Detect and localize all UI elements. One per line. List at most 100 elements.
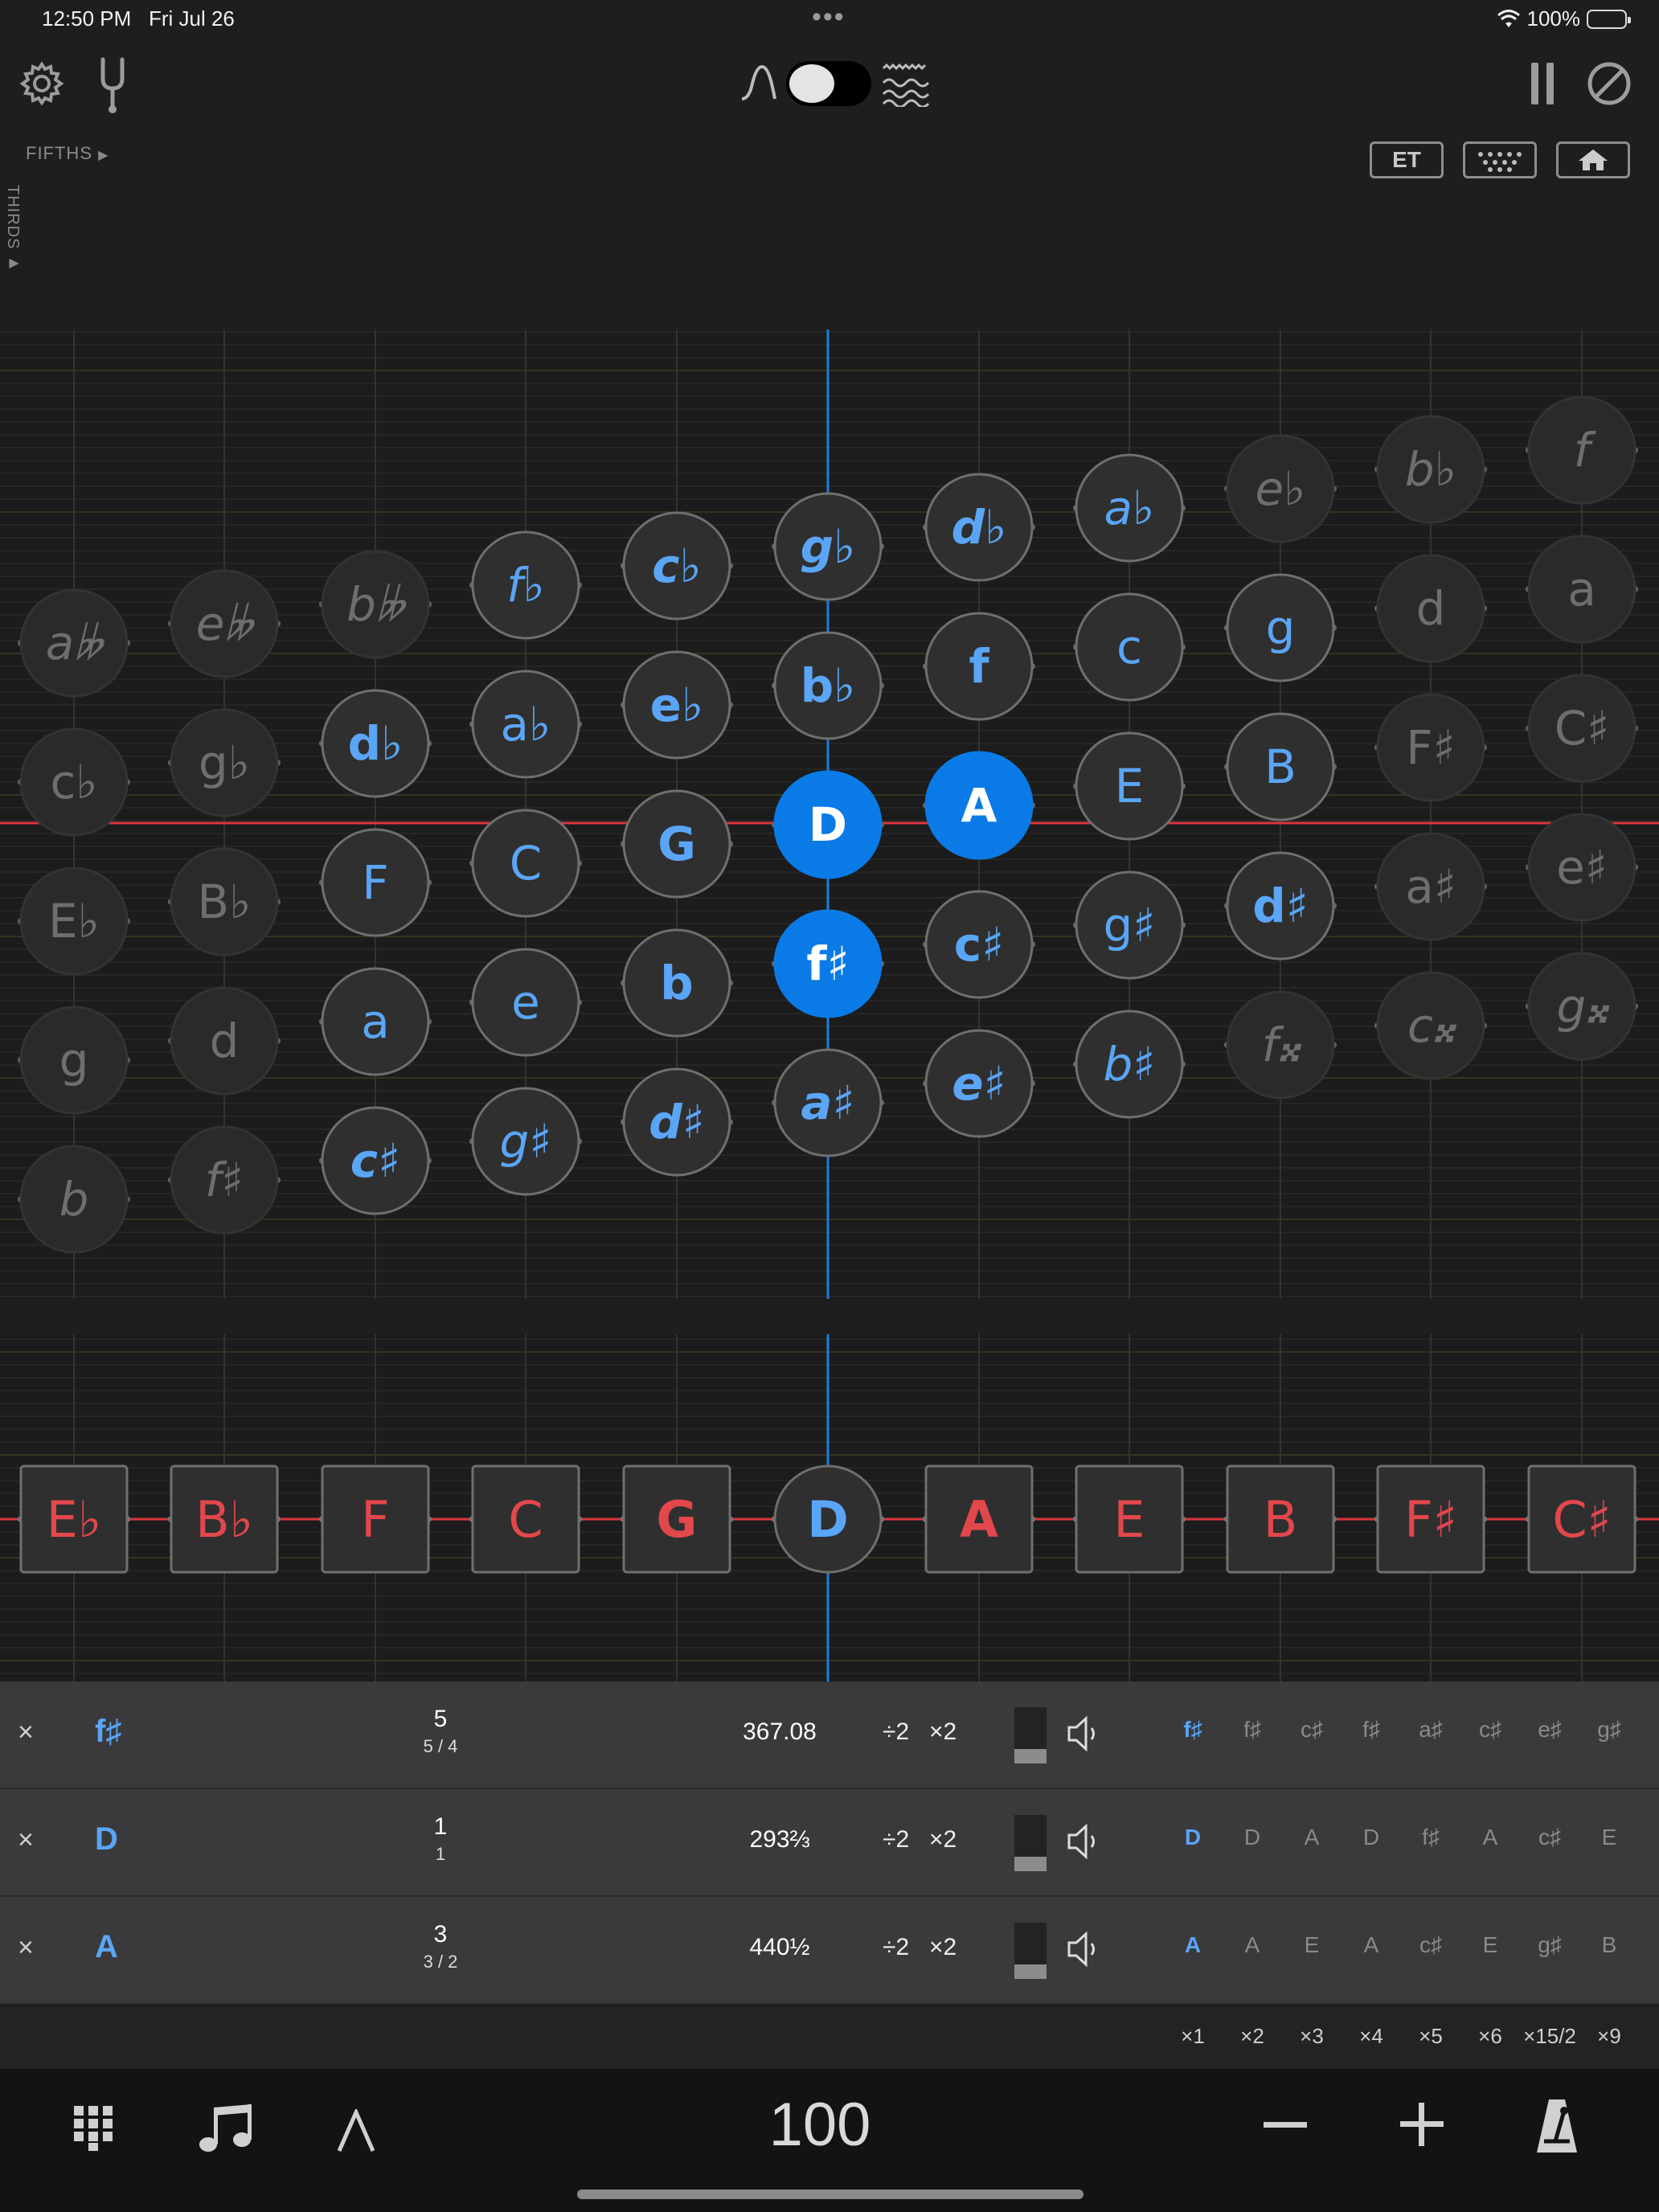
lattice-note[interactable]: g (19, 1006, 129, 1115)
lattice-note[interactable]: c♭ (622, 511, 731, 621)
lattice-note[interactable]: f (924, 612, 1034, 721)
lattice-note[interactable]: d♯ (1226, 851, 1335, 961)
speaker-icon[interactable] (1066, 1929, 1103, 1969)
harmonic-note[interactable]: g♯ (1521, 1932, 1579, 1958)
harmonic-note[interactable]: g♯ (1580, 1717, 1638, 1743)
harmonic-note[interactable]: A (1461, 1825, 1519, 1850)
lattice-note[interactable]: g♯ (1075, 870, 1184, 980)
lattice-note[interactable]: f𝄪 (1226, 990, 1335, 1100)
lattice-note[interactable]: d♯ (622, 1067, 731, 1177)
lattice-note[interactable]: c♭ (19, 727, 129, 837)
harmonic-note[interactable]: D (1342, 1825, 1400, 1850)
lattice-note[interactable]: a𝄫 (19, 588, 129, 698)
harmonic-note[interactable]: f♯ (1342, 1717, 1400, 1743)
lattice-note[interactable]: F♯ (1376, 693, 1485, 802)
lattice-note[interactable]: e (471, 948, 580, 1057)
multiply-octave-button[interactable]: ×2 (929, 1934, 956, 1961)
tempo-value[interactable]: 100 (723, 2090, 916, 2160)
lattice-note[interactable]: f (1527, 395, 1636, 505)
harmonic-note[interactable]: f♯ (1223, 1717, 1281, 1743)
harmonic-note[interactable]: D (1164, 1825, 1222, 1850)
keyboard-grid-icon[interactable] (1463, 141, 1537, 178)
lattice-note[interactable]: a♯ (1376, 832, 1485, 941)
multiply-octave-button[interactable]: ×2 (929, 1718, 956, 1746)
lattice-note[interactable]: b♯ (1075, 1010, 1184, 1119)
strip-note[interactable]: E (1075, 1464, 1184, 1574)
lattice-note[interactable]: c♯ (924, 890, 1034, 999)
harmonic-note[interactable]: E (1580, 1825, 1638, 1850)
strip-canvas[interactable]: E♭ B♭ F C G D A E B F♯ C♯ (0, 1334, 1659, 1682)
lattice-note[interactable]: a (321, 967, 430, 1076)
strip-note[interactable]: B (1226, 1464, 1335, 1574)
lattice-note[interactable]: b𝄫 (321, 550, 430, 659)
lattice-note[interactable]: d♭ (924, 473, 1034, 582)
harmonic-note[interactable]: A (1283, 1825, 1341, 1850)
harmonic-note[interactable]: c♯ (1521, 1825, 1579, 1850)
note-row[interactable]: × f♯ 55 / 4 367.08 ÷2 ×2 f♯ f♯ c♯ f♯ a♯ … (0, 1682, 1659, 1789)
multiply-octave-button[interactable]: ×2 (929, 1826, 956, 1854)
volume-slider[interactable] (1014, 1815, 1047, 1871)
lattice-note[interactable]: a♭ (471, 670, 580, 779)
fifths-strip[interactable]: E♭ B♭ F C G D A E B F♯ C♯ (0, 1334, 1659, 1682)
lattice-note[interactable]: D (773, 770, 883, 879)
lattice-note[interactable]: d (1376, 554, 1485, 663)
tuning-fork-icon[interactable] (88, 56, 137, 114)
harmonic-note[interactable]: A (1223, 1932, 1281, 1958)
lattice-note[interactable]: d♭ (321, 689, 430, 798)
lattice-note[interactable]: b (19, 1145, 129, 1254)
speaker-icon[interactable] (1066, 1714, 1103, 1754)
note-row[interactable]: × D 11 293⅔ ÷2 ×2 D D A D f♯ A c♯ E (0, 1789, 1659, 1897)
speaker-icon[interactable] (1066, 1821, 1103, 1862)
lattice-note[interactable]: f♭ (471, 530, 580, 640)
lattice-note[interactable]: e♯ (924, 1029, 1034, 1138)
volume-slider[interactable] (1014, 1923, 1047, 1979)
lattice-note[interactable]: c (1075, 592, 1184, 702)
lattice-note[interactable]: g𝄪 (1527, 952, 1636, 1061)
harmonic-note[interactable]: A (1342, 1932, 1400, 1958)
gear-icon[interactable] (16, 58, 68, 109)
remove-note-button[interactable]: × (18, 1932, 34, 1964)
harmonic-note[interactable]: a♯ (1402, 1717, 1460, 1743)
complex-wave-icon[interactable] (881, 63, 931, 108)
et-button[interactable]: ET (1370, 141, 1444, 178)
lattice-note[interactable]: A (924, 751, 1034, 860)
lattice-note[interactable]: b♭ (773, 631, 883, 740)
harmonic-note[interactable]: E (1461, 1932, 1519, 1958)
lattice-note[interactable]: b (622, 928, 731, 1038)
minus-icon[interactable] (1262, 2119, 1309, 2132)
multitask-dots[interactable]: ••• (812, 2, 846, 33)
lattice-note[interactable]: a♯ (773, 1048, 883, 1157)
music-notes-icon[interactable] (198, 2103, 254, 2154)
metronome-icon[interactable] (1534, 2096, 1580, 2156)
harmonic-note[interactable]: c♯ (1402, 1932, 1460, 1958)
lattice-note[interactable]: C♯ (1527, 674, 1636, 783)
lattice-canvas[interactable]: a𝄫 c♭ E♭ g b e𝄫 g♭ B♭ d f♯ b𝄫 d♭ Fa c♯ f♭ a♭ Ce g♯ c♭ e♭ Gb d… (0, 330, 1659, 1299)
lattice-note[interactable]: C (471, 809, 580, 918)
lattice-note[interactable]: c𝄪 (1376, 971, 1485, 1080)
waveform-toggle[interactable] (786, 61, 871, 106)
lattice-note[interactable]: B (1226, 712, 1335, 821)
lattice-note[interactable]: f♯ (773, 909, 883, 1018)
strip-note[interactable]: D (773, 1464, 883, 1574)
strip-note[interactable]: B♭ (170, 1464, 279, 1574)
strip-note[interactable]: G (622, 1464, 731, 1574)
strip-note[interactable]: F♯ (1376, 1464, 1485, 1574)
lattice-note[interactable]: e♭ (622, 650, 731, 760)
lattice-note[interactable]: c♯ (321, 1106, 430, 1215)
note-row[interactable]: × A 33 / 2 440½ ÷2 ×2 A A E A c♯ E g♯ B (0, 1897, 1659, 2005)
divide-octave-button[interactable]: ÷2 (883, 1718, 909, 1746)
tuning-lattice[interactable]: a𝄫 c♭ E♭ g b e𝄫 g♭ B♭ d f♯ b𝄫 d♭ Fa c♯ f♭ a♭ Ce g♯ c♭ e♭ Gb d… (0, 330, 1659, 1299)
harmonic-note[interactable]: B (1580, 1932, 1638, 1958)
thirds-axis-label[interactable]: THIRDS ▶ (3, 185, 22, 271)
sine-wave-icon[interactable] (738, 63, 778, 104)
lattice-note[interactable]: F (321, 828, 430, 937)
lattice-note[interactable]: e𝄫 (170, 569, 279, 678)
harmonic-note[interactable]: c♯ (1283, 1717, 1341, 1743)
harmonic-note[interactable]: D (1223, 1825, 1281, 1850)
wedge-icon[interactable] (336, 2109, 376, 2153)
lattice-note[interactable]: a (1527, 535, 1636, 644)
home-icon[interactable] (1556, 141, 1630, 178)
lattice-note[interactable]: e♭ (1226, 434, 1335, 543)
harmonic-note[interactable]: f♯ (1164, 1717, 1222, 1743)
lattice-note[interactable]: g (1226, 573, 1335, 682)
